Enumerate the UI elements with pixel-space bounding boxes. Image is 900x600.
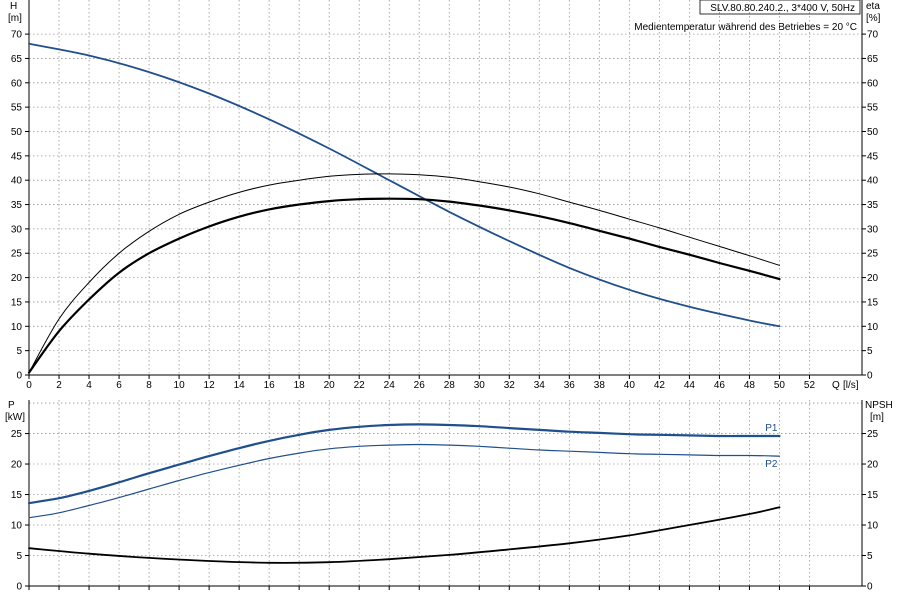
right-tick-label: 0	[867, 582, 873, 593]
left-tick-label: 45	[11, 151, 23, 162]
x-tick-label: 28	[444, 380, 456, 391]
right-tick-label: 30	[867, 224, 879, 235]
left-tick-label: 5	[16, 551, 22, 562]
head-axis-unit: [m]	[8, 13, 22, 24]
x-tick-label: 16	[264, 380, 276, 391]
x-tick-label: 18	[294, 380, 306, 391]
p1-series-label: P1	[765, 423, 778, 434]
right-tick-label: 60	[867, 78, 879, 89]
left-tick-label: 15	[11, 297, 23, 308]
right-tick-label: 0	[867, 371, 873, 382]
x-tick-label: 32	[504, 380, 516, 391]
x-tick-label: 36	[564, 380, 576, 391]
head-axis-label: H	[10, 1, 17, 12]
power-axis-label: P	[8, 400, 15, 411]
x-tick-label: 26	[414, 380, 426, 391]
x-tick-label: 4	[86, 380, 92, 391]
right-tick-label: 5	[867, 346, 873, 357]
right-tick-label: 45	[867, 151, 879, 162]
right-tick-label: 10	[867, 521, 879, 532]
right-tick-label: 25	[867, 249, 879, 260]
right-tick-label: 15	[867, 297, 879, 308]
x-tick-label: 30	[474, 380, 486, 391]
left-tick-label: 40	[11, 176, 23, 187]
power-axis-unit: [kW]	[5, 412, 25, 423]
flow-axis-label: Q	[832, 380, 840, 391]
x-tick-label: 44	[684, 380, 696, 391]
right-tick-label: 40	[867, 176, 879, 187]
left-tick-label: 30	[11, 224, 23, 235]
npsh-axis-label: NPSH	[865, 400, 893, 411]
x-tick-label: 40	[624, 380, 636, 391]
flow-axis-unit: [l/s]	[843, 380, 859, 391]
left-tick-label: 10	[11, 322, 23, 333]
x-tick-label: 34	[534, 380, 546, 391]
left-tick-label: 0	[16, 582, 22, 593]
x-tick-label: 0	[26, 380, 32, 391]
x-tick-label: 12	[204, 380, 216, 391]
left-tick-label: 50	[11, 127, 23, 138]
right-tick-label: 65	[867, 54, 879, 65]
x-tick-label: 46	[714, 380, 726, 391]
left-tick-label: 60	[11, 78, 23, 89]
x-tick-label: 22	[354, 380, 366, 391]
pump-label: SLV.80.80.240.2., 3*400 V, 50Hz	[710, 3, 855, 14]
left-tick-label: 10	[11, 521, 23, 532]
x-tick-label: 52	[804, 380, 816, 391]
x-tick-label: 50	[774, 380, 786, 391]
medium-temperature-note: Medientemperatur während des Betriebes =…	[634, 22, 857, 33]
eta-axis-label: eta	[866, 1, 880, 12]
left-tick-label: 70	[11, 30, 23, 41]
x-tick-label: 38	[594, 380, 606, 391]
left-tick-label: 0	[16, 371, 22, 382]
left-tick-label: 65	[11, 54, 23, 65]
x-tick-label: 8	[146, 380, 152, 391]
x-tick-label: 20	[324, 380, 336, 391]
right-tick-label: 70	[867, 30, 879, 41]
right-tick-label: 15	[867, 490, 879, 501]
right-tick-label: 20	[867, 460, 879, 471]
right-tick-label: 55	[867, 103, 879, 114]
x-tick-label: 24	[384, 380, 396, 391]
right-tick-label: 35	[867, 200, 879, 211]
right-tick-label: 10	[867, 322, 879, 333]
left-tick-label: 15	[11, 490, 23, 501]
x-tick-label: 14	[234, 380, 246, 391]
left-tick-label: 20	[11, 273, 23, 284]
eta-axis-unit: [%]	[866, 13, 881, 24]
left-tick-label: 20	[11, 460, 23, 471]
left-tick-label: 35	[11, 200, 23, 211]
left-tick-label: 25	[11, 429, 23, 440]
p2-series-label: P2	[765, 459, 778, 470]
right-tick-label: 25	[867, 429, 879, 440]
x-tick-label: 2	[56, 380, 62, 391]
right-tick-label: 50	[867, 127, 879, 138]
x-tick-label: 10	[174, 380, 186, 391]
npsh-axis-unit: [m]	[870, 412, 884, 423]
left-tick-label: 55	[11, 103, 23, 114]
pump-performance-chart: SLV.80.80.240.2., 3*400 V, 50Hz Mediente…	[0, 0, 900, 600]
left-tick-label: 25	[11, 249, 23, 260]
right-tick-label: 20	[867, 273, 879, 284]
x-tick-label: 48	[744, 380, 756, 391]
x-tick-label: 6	[116, 380, 122, 391]
left-tick-label: 5	[16, 346, 22, 357]
x-tick-label: 42	[654, 380, 666, 391]
right-tick-label: 5	[867, 551, 873, 562]
